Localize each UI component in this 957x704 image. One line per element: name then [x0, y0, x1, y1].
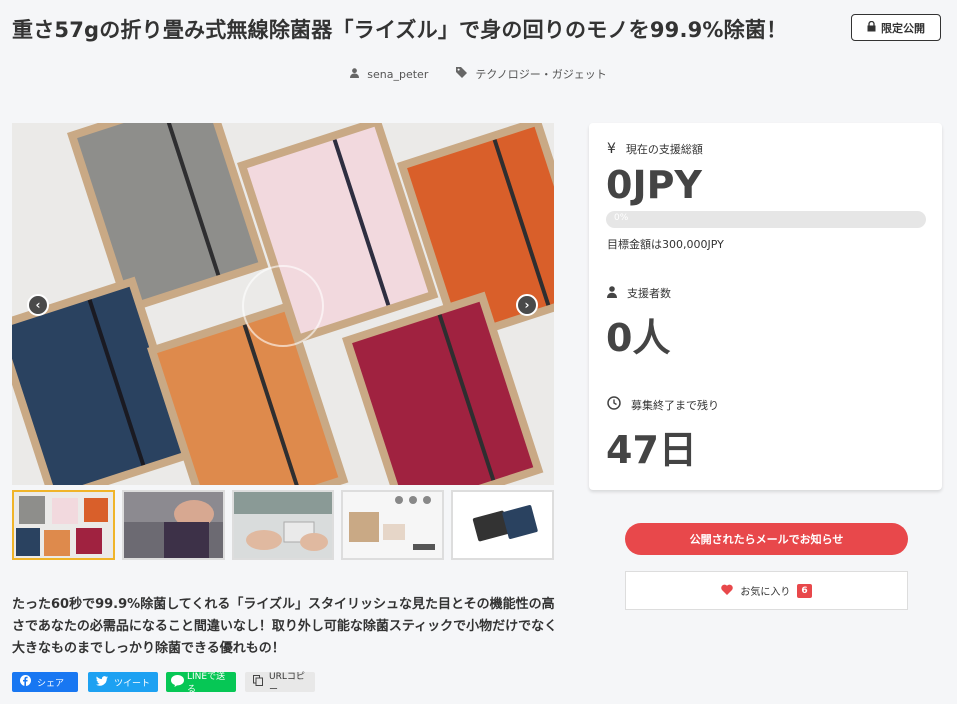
category-link[interactable]: テクノロジー・ガジェット — [456, 66, 607, 82]
copy-url-label: URLコピー — [269, 672, 305, 695]
main-image[interactable]: ‹ › — [12, 123, 554, 485]
notify-button[interactable]: 公開されたらメールでお知らせ — [625, 523, 908, 555]
copy-url-button[interactable]: URLコピー — [245, 672, 315, 695]
supporters-count: 0人 — [606, 316, 671, 360]
line-icon — [171, 674, 184, 690]
facebook-icon — [20, 675, 31, 689]
chevron-right-icon: › — [524, 298, 530, 312]
remaining-days: 47日 — [606, 428, 697, 472]
thumbnail-strip — [12, 490, 554, 562]
twitter-share-label: ツイート — [114, 678, 151, 689]
progress-text: 0% — [614, 213, 629, 223]
supporters-label-row: 支援者数 — [607, 285, 671, 301]
tag-icon — [456, 67, 468, 81]
user-icon — [607, 285, 617, 301]
thumbnail[interactable] — [341, 490, 445, 560]
line-share-button[interactable]: LINEで送る — [166, 672, 236, 695]
author-link[interactable]: sena_peter — [350, 66, 428, 82]
line-share-label: LINEで送る — [187, 672, 226, 695]
limited-badge: 限定公開 — [851, 14, 941, 41]
thumbnail[interactable] — [121, 490, 225, 560]
remaining-label: 募集終了まで残り — [631, 398, 719, 412]
facebook-share-label: シェア — [37, 678, 65, 689]
thumbnail[interactable] — [231, 490, 335, 560]
heart-icon — [721, 584, 734, 598]
favorite-count: 6 — [797, 583, 812, 598]
twitter-share-button[interactable]: ツイート — [88, 672, 158, 692]
author-name: sena_peter — [367, 67, 429, 81]
twitter-icon — [96, 675, 108, 689]
project-description: たった60秒で99.9%除菌してくれる「ライズル」スタイリッシュな見た目とその機… — [12, 597, 558, 656]
thumbnail[interactable] — [12, 490, 115, 560]
chevron-left-icon: ‹ — [35, 298, 41, 312]
lock-icon — [867, 20, 876, 35]
user-icon — [350, 67, 360, 81]
goal-amount: 目標金額は300,000JPY — [607, 238, 724, 251]
prev-image-button[interactable]: ‹ — [27, 294, 49, 316]
page-title: 重さ57gの折り畳み式無線除菌器「ライズル」で身の回りのモノを99.9%除菌！ — [12, 18, 788, 42]
category-name: テクノロジー・ガジェット — [475, 68, 607, 81]
thumbnail[interactable] — [451, 490, 554, 560]
yen-icon: ¥ — [607, 141, 616, 157]
next-image-button[interactable]: › — [516, 294, 538, 316]
favorite-label: お気に入り — [740, 587, 791, 598]
funding-panel: ¥ 現在の支援総額 0JPY 0% 目標金額は300,000JPY 支援者数 0… — [589, 123, 942, 490]
total-label: 現在の支援総額 — [625, 143, 703, 156]
supporters-label: 支援者数 — [627, 287, 671, 300]
copy-icon — [253, 675, 263, 689]
favorite-button[interactable]: お気に入り 6 — [625, 571, 908, 610]
project-meta: sena_peter テクノロジー・ガジェット — [0, 66, 957, 82]
total-amount: 0JPY — [606, 163, 702, 207]
remaining-label-row: 募集終了まで残り — [607, 396, 719, 413]
total-label-row: ¥ 現在の支援総額 — [607, 141, 703, 157]
badge-label: 限定公開 — [881, 21, 925, 35]
facebook-share-button[interactable]: シェア — [12, 672, 78, 692]
funding-progress-bar: 0% — [606, 211, 926, 228]
product-photo — [12, 123, 554, 485]
clock-icon — [607, 396, 621, 413]
